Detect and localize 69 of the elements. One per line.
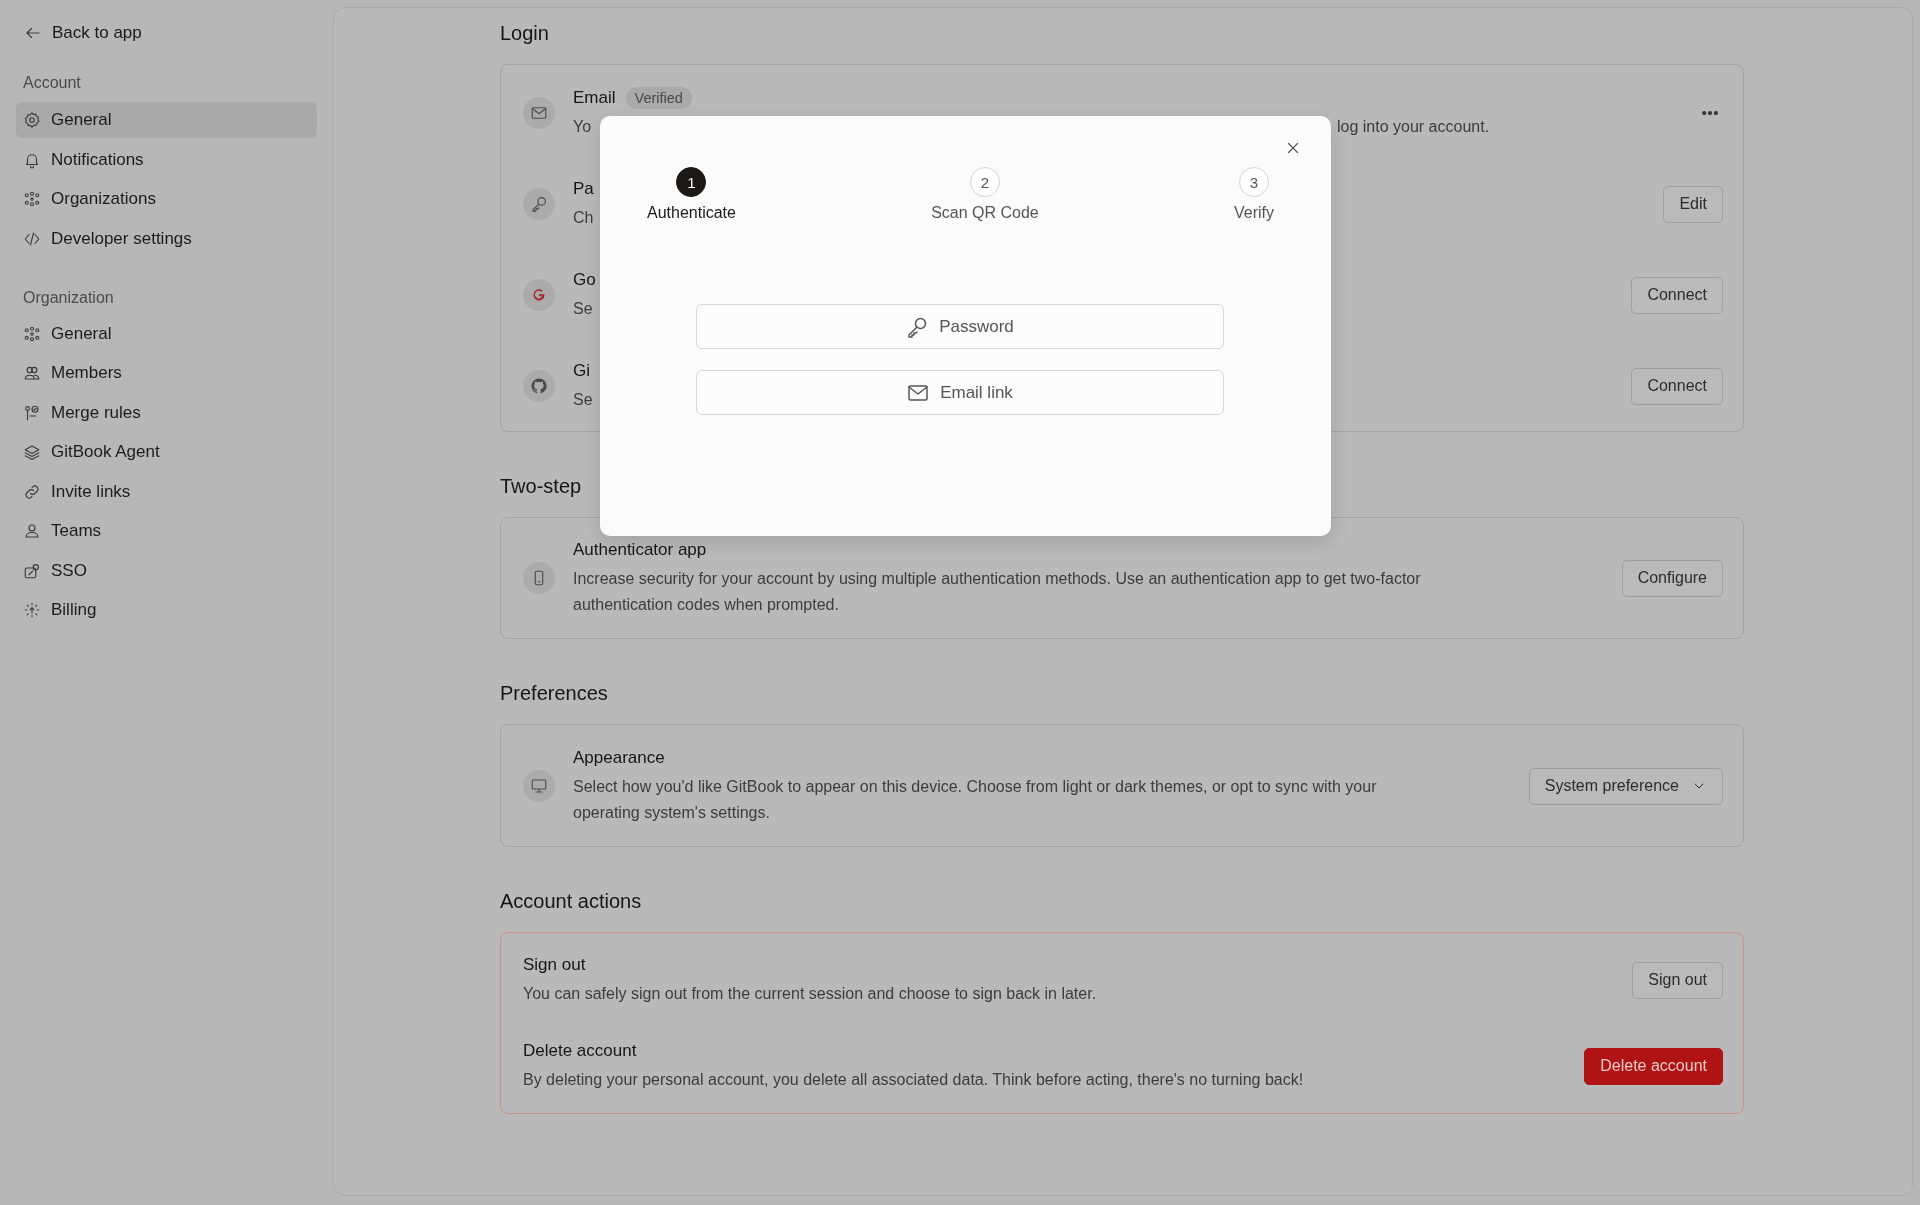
step-number: 1 (676, 167, 707, 197)
action-button[interactable]: Edit (1663, 185, 1723, 223)
section-heading: Two-step (500, 474, 582, 498)
branch-icon (23, 403, 41, 422)
layers-icon (23, 443, 41, 461)
row-title: Appearance (573, 747, 665, 769)
row-description: Increase security for your account by using multiple authentication methods. Use an authentication app to get two-factor authentication codes when prompted. (573, 570, 1421, 613)
row-description: Se (573, 300, 593, 317)
back-link[interactable]: Back to app (16, 21, 142, 45)
users-icon (23, 364, 41, 382)
action-button[interactable]: Connect (1631, 367, 1723, 405)
delete-button[interactable]: Delete account (1584, 1047, 1723, 1085)
step-label: Authenticate (647, 203, 736, 223)
row-description: Ch (573, 209, 594, 226)
action-button[interactable]: Configure (1621, 559, 1723, 597)
row-description: You can safely sign out from the current session and choose to sign back in later. (523, 985, 1097, 1002)
section-label: Account (22, 73, 82, 93)
section-label: Organization (22, 287, 115, 308)
sidebar-item[interactable]: General (16, 102, 317, 138)
dots-icon (23, 190, 41, 208)
phone-icon (523, 562, 555, 594)
sidebar-item[interactable]: GitBook Agent (16, 434, 317, 470)
step-label: Scan QR Code (931, 203, 1039, 223)
step-label: Verify (1233, 203, 1274, 223)
sidebar-item[interactable]: Merge rules (16, 394, 317, 431)
gear-icon (23, 111, 41, 129)
mail-icon (523, 97, 555, 129)
row-title: Sign out (523, 954, 586, 976)
sidebar-item[interactable]: SSO (16, 552, 317, 589)
step-number: 2 (969, 167, 1000, 197)
appearance-dropdown[interactable]: System preference (1528, 767, 1723, 805)
row-description: Yo (573, 117, 592, 137)
step-number: 3 (1238, 167, 1269, 197)
sidebar-item[interactable]: Invite links (16, 473, 317, 510)
dots-icon (23, 324, 41, 343)
sidebar-item[interactable]: Members (16, 355, 317, 391)
auth-option-button[interactable]: Email link (695, 370, 1224, 415)
g-logo-icon (523, 279, 555, 311)
row-title: Gi (573, 360, 590, 382)
row-title: Pa (573, 178, 594, 200)
key-icon (523, 188, 555, 220)
person-icon (23, 522, 41, 540)
auth-option-button[interactable]: Password (695, 304, 1224, 349)
row-description: log into your account. (1337, 117, 1490, 137)
code-icon (23, 229, 41, 248)
login-icon (23, 561, 41, 580)
section-heading: Login (500, 21, 549, 45)
sparkle-icon (23, 601, 41, 619)
link-icon (23, 482, 41, 501)
status-badge: Verified (625, 87, 692, 109)
action-button[interactable]: Sign out (1632, 961, 1723, 999)
sidebar-item[interactable]: Billing (16, 592, 317, 628)
action-button[interactable]: Connect (1631, 276, 1723, 314)
section-heading: Account actions (500, 889, 642, 913)
sidebar-item[interactable]: Organizations (16, 181, 317, 217)
monitor-icon (523, 770, 555, 802)
row-title: Go (573, 269, 596, 291)
section-heading: Preferences (500, 681, 608, 705)
row-title: Email (573, 87, 616, 109)
row-description: Select how you'd like GitBook to appear on this device. Choose from light or dark themes, or opt to sync with your operating system's settings. (573, 778, 1377, 821)
row-title: Authenticator app (573, 539, 707, 561)
row-description: Se (573, 391, 593, 408)
cat-logo-icon (523, 370, 555, 402)
sidebar-item[interactable]: Teams (16, 513, 317, 549)
row-title: Delete account (523, 1040, 637, 1062)
sidebar-item[interactable]: Notifications (16, 141, 317, 178)
sidebar-item[interactable]: Developer settings (16, 220, 317, 257)
row-description: By deleting your personal account, you delete all associated data. Think before acting, there's no turning back! (523, 1071, 1304, 1088)
sidebar-item[interactable]: General (16, 315, 317, 352)
